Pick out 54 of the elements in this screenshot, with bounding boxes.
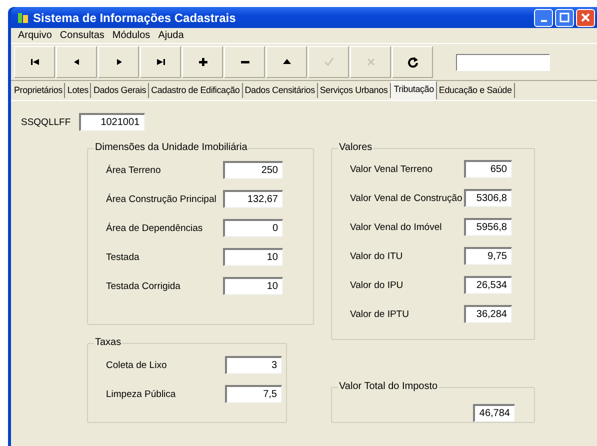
input-field[interactable]: 1021001 [78,113,145,131]
field-label: Valor do IPU [350,280,404,290]
input-field[interactable]: 9,75 [464,247,512,265]
tab[interactable]: Educação e Saúde [436,83,515,98]
close-icon [580,12,591,23]
input-field[interactable]: 0 [223,219,283,237]
tab[interactable]: Tributação [390,81,437,100]
close-button[interactable] [576,8,595,26]
refresh-button[interactable] [392,46,433,78]
minimize-button[interactable] [534,8,553,26]
menu-item[interactable]: Arquivo [14,30,56,41]
input-field[interactable]: 5306,8 [464,189,512,207]
field-label: Área Construção Principal [106,194,216,204]
field-label: Coleta de Lixo [106,360,167,370]
menu-item[interactable]: Módulos [108,30,154,41]
maximize-icon [559,12,570,23]
input-field[interactable]: 3 [225,356,282,374]
add-button[interactable] [182,46,223,78]
tab[interactable]: Cadastro de Edificação [149,83,243,98]
field-label: SSQQLLFF [21,116,71,128]
app-icon [17,12,29,24]
field-label: Valor Venal de Construção [350,192,462,204]
field-label: Valor de IPTU [350,308,409,320]
group-title: Valor Total do Imposto [338,381,439,393]
input-field[interactable]: 132,67 [223,190,283,208]
window-title: Sistema de Informações Cadastrais [33,10,237,24]
field-label: Valor Venal do Imóvel [350,222,442,232]
field-label: Valor do ITU [350,250,403,262]
minimize-icon [540,20,546,22]
input-field[interactable]: 36,284 [464,305,512,323]
input-field[interactable]: 26,534 [464,276,512,294]
input-field[interactable]: 650 [464,160,512,178]
tab[interactable]: Dados Gerais [91,83,150,98]
field-label: Área de Dependências [106,222,203,234]
last-button[interactable] [140,46,181,78]
search-field[interactable] [456,54,550,70]
menu-item[interactable]: Consultas [56,30,108,41]
field-label: Testada Corrigida [106,280,180,292]
tab[interactable]: Lotes [65,83,92,98]
input-field[interactable]: 10 [223,277,283,295]
menu-item[interactable]: Ajuda [154,30,188,41]
input-field[interactable]: 46,784 [473,404,515,422]
tab[interactable]: Proprietários [12,83,66,98]
maximize-button[interactable] [555,8,574,26]
tab[interactable]: Dados Censitários [242,83,318,98]
field-label: Valor Venal Terreno [350,164,433,174]
input-field[interactable]: 5956,8 [464,218,512,236]
field-label: Área Terreno [106,164,161,176]
input-field[interactable]: 7,5 [225,385,282,403]
field-label: Testada [106,252,140,262]
input-field[interactable]: 10 [223,248,283,266]
first-button[interactable] [14,46,55,78]
field-label: Limpeza Pública [106,388,176,400]
input-field[interactable]: 250 [223,161,283,179]
